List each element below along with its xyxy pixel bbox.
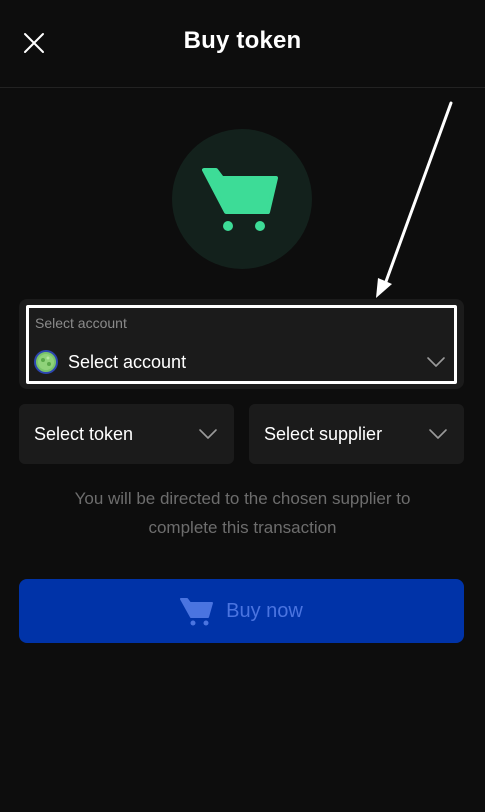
chevron-down-icon: [428, 428, 448, 440]
account-select-row: Select account: [34, 348, 446, 376]
header: Buy token: [0, 0, 485, 88]
token-select-label: Select token: [34, 423, 134, 444]
account-select[interactable]: Select account Select account: [26, 305, 457, 384]
shopping-cart-icon: [180, 598, 214, 626]
shopping-cart-icon: [202, 168, 278, 231]
chevron-down-icon: [426, 356, 446, 368]
account-avatar-icon: [34, 350, 58, 374]
supplier-select[interactable]: Select supplier: [249, 404, 464, 464]
chevron-down-icon: [198, 428, 218, 440]
supplier-redirect-note: You will be directed to the chosen suppl…: [74, 489, 411, 537]
buy-now-label: Buy now: [226, 599, 303, 622]
token-select[interactable]: Select token: [19, 404, 234, 464]
page-title: Buy token: [183, 27, 302, 54]
account-select-value: Select account: [68, 351, 187, 372]
hero-cart-badge: [172, 129, 312, 269]
account-select-label: Select account: [35, 315, 127, 331]
supplier-select-label: Select supplier: [264, 423, 383, 444]
buy-now-button[interactable]: Buy now: [19, 579, 464, 643]
